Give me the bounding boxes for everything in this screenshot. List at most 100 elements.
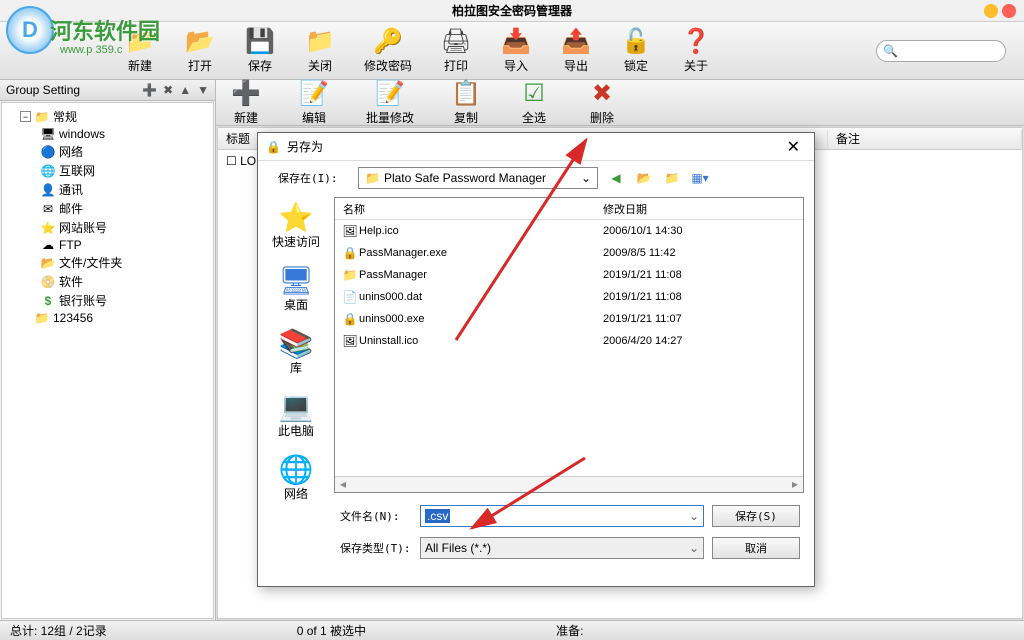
- nav-newfolder-icon[interactable]: 📁: [662, 168, 682, 188]
- filetype-select[interactable]: All Files (*.*) ⌄: [420, 537, 704, 559]
- file-icon: 📁: [341, 268, 359, 282]
- export-button[interactable]: 📤导出: [554, 25, 598, 76]
- sub-new-button[interactable]: ➕新建: [224, 77, 268, 128]
- about-button-icon: ❓: [680, 27, 712, 55]
- close-button[interactable]: 📁关闭: [298, 25, 342, 76]
- tree-root[interactable]: −📁常规: [6, 107, 209, 126]
- status-selected: 0 of 1 被选中: [297, 622, 366, 639]
- scroll-left-icon[interactable]: ◂: [335, 477, 351, 492]
- tree-comm[interactable]: 👤通讯: [6, 180, 209, 199]
- group-tree[interactable]: −📁常规🖥windows🔵网络🌐互联网👤通讯✉邮件⭐网站账号☁FTP📂文件/文件…: [1, 102, 214, 619]
- filename-input[interactable]: .csv ⌄: [420, 505, 704, 527]
- tree-network[interactable]: 🔵网络: [6, 142, 209, 161]
- file-row[interactable]: 🖼Help.ico2006/10/1 14:30: [335, 220, 803, 242]
- file-icon: 🖼: [341, 334, 359, 348]
- sub-new-button-icon: ➕: [230, 79, 262, 107]
- dialog-save-button[interactable]: 保存(S): [712, 505, 800, 527]
- file-col-name[interactable]: 名称: [335, 201, 595, 217]
- file-icon: 🖼: [341, 224, 359, 238]
- open-button[interactable]: 📂打开: [178, 25, 222, 76]
- side-del-icon[interactable]: ✖: [163, 83, 173, 97]
- tree-files[interactable]: 📂文件/文件夹: [6, 253, 209, 272]
- dialog-cancel-button[interactable]: 取消: [712, 537, 800, 559]
- about-button[interactable]: ❓关于: [674, 25, 718, 76]
- search-input[interactable]: 🔍: [876, 40, 1006, 62]
- tree-web-account[interactable]: ⭐网站账号: [6, 218, 209, 237]
- sub-batch-button[interactable]: 📝批量修改: [360, 77, 420, 128]
- tree-bank[interactable]: $银行账号: [6, 291, 209, 310]
- save-button[interactable]: 💾保存: [238, 25, 282, 76]
- dialog-lock-icon: 🔒: [266, 140, 281, 154]
- print-button-icon: 🖨: [440, 27, 472, 55]
- dialog-close-button[interactable]: ✕: [781, 137, 806, 157]
- sub-copy-button[interactable]: 📋复制: [444, 77, 488, 128]
- sub-edit-button[interactable]: 📝编辑: [292, 77, 336, 128]
- nav-up-icon[interactable]: 📂: [634, 168, 654, 188]
- file-row[interactable]: 🖼Uninstall.ico2006/4/20 14:27: [335, 330, 803, 352]
- sub-copy-button-icon: 📋: [450, 79, 482, 107]
- filetype-label: 保存类型(T):: [340, 540, 412, 556]
- minimize-button[interactable]: [984, 4, 998, 18]
- dlg-thispc-icon: 💻: [278, 390, 314, 422]
- dlg-network[interactable]: 🌐网络: [278, 453, 314, 502]
- file-row[interactable]: 📁PassManager2019/1/21 11:08: [335, 264, 803, 286]
- tree-windows[interactable]: 🖥windows: [6, 126, 209, 142]
- save-as-dialog: 🔒 另存为 ✕ 保存在(I): 📁 Plato Safe Password Ma…: [257, 132, 815, 587]
- col-note[interactable]: 备注: [828, 130, 1022, 147]
- filename-value: .csv: [425, 509, 450, 523]
- import-button[interactable]: 📥导入: [494, 25, 538, 76]
- change-password-button[interactable]: 🔑修改密码: [358, 25, 418, 76]
- sub-delete-button-icon: ✖: [586, 79, 618, 107]
- chevron-down-icon: ⌄: [689, 541, 699, 555]
- nav-view-icon[interactable]: ▦▾: [690, 168, 710, 188]
- side-add-icon[interactable]: ➕: [142, 83, 157, 97]
- dialog-title: 另存为: [287, 138, 323, 155]
- tree-collapse-icon[interactable]: −: [20, 111, 31, 122]
- dlg-library[interactable]: 📚库: [278, 327, 314, 376]
- tree-ftp[interactable]: ☁FTP: [6, 237, 209, 253]
- logo-text: 河东软件园: [50, 14, 160, 46]
- dlg-network-icon: 🌐: [278, 453, 314, 485]
- file-row[interactable]: 🔒unins000.exe2019/1/21 11:07: [335, 308, 803, 330]
- tree-software[interactable]: 📀软件: [6, 272, 209, 291]
- side-up-icon[interactable]: ▲: [179, 83, 191, 97]
- sub-edit-button-icon: 📝: [298, 79, 330, 107]
- print-button[interactable]: 🖨打印: [434, 25, 478, 76]
- filename-label: 文件名(N):: [340, 508, 412, 524]
- folder-icon: 📁: [365, 171, 380, 185]
- file-row[interactable]: 📄unins000.dat2019/1/21 11:08: [335, 286, 803, 308]
- tree-mail[interactable]: ✉邮件: [6, 199, 209, 218]
- file-col-date[interactable]: 修改日期: [595, 201, 655, 217]
- open-button-icon: 📂: [184, 27, 216, 55]
- chevron-down-icon: ⌄: [689, 509, 699, 523]
- scroll-right-icon[interactable]: ▸: [787, 477, 803, 492]
- sub-selectall-button-icon: ☑: [518, 79, 550, 107]
- nav-back-icon[interactable]: ◀: [606, 168, 626, 188]
- file-icon: 🔒: [341, 312, 359, 326]
- sub-selectall-button[interactable]: ☑全选: [512, 77, 556, 128]
- status-total: 总计: 12组 / 2记录: [10, 622, 107, 639]
- close-window-button[interactable]: [1002, 4, 1016, 18]
- dlg-quick-access-icon: ⭐: [278, 201, 314, 233]
- status-bar: 总计: 12组 / 2记录 0 of 1 被选中 准备:: [0, 620, 1024, 640]
- location-value: Plato Safe Password Manager: [384, 171, 546, 185]
- dlg-thispc[interactable]: 💻此电脑: [278, 390, 314, 439]
- tree-123456[interactable]: 📁123456: [6, 310, 209, 326]
- location-combo[interactable]: 📁 Plato Safe Password Manager ⌄: [358, 167, 598, 189]
- file-row[interactable]: 🔒PassManager.exe2009/8/5 11:42: [335, 242, 803, 264]
- dlg-desktop[interactable]: 🖥桌面: [278, 264, 314, 313]
- filetype-value: All Files (*.*): [425, 541, 491, 555]
- import-button-icon: 📥: [500, 27, 532, 55]
- file-icon: 🔒: [341, 246, 359, 260]
- change-password-button-icon: 🔑: [372, 27, 404, 55]
- dialog-sidebar: ⭐快速访问🖥桌面📚库💻此电脑🌐网络: [258, 195, 334, 495]
- dlg-library-icon: 📚: [278, 327, 314, 359]
- lock-button[interactable]: 🔓锁定: [614, 25, 658, 76]
- tree-internet[interactable]: 🌐互联网: [6, 161, 209, 180]
- sub-delete-button[interactable]: ✖删除: [580, 77, 624, 128]
- dlg-quick-access[interactable]: ⭐快速访问: [272, 201, 320, 250]
- window-title: 柏拉图安全密码管理器: [452, 2, 572, 19]
- file-list[interactable]: 名称 修改日期 🖼Help.ico2006/10/1 14:30🔒PassMan…: [334, 197, 804, 493]
- side-down-icon[interactable]: ▼: [197, 83, 209, 97]
- status-ready: 准备:: [556, 622, 583, 639]
